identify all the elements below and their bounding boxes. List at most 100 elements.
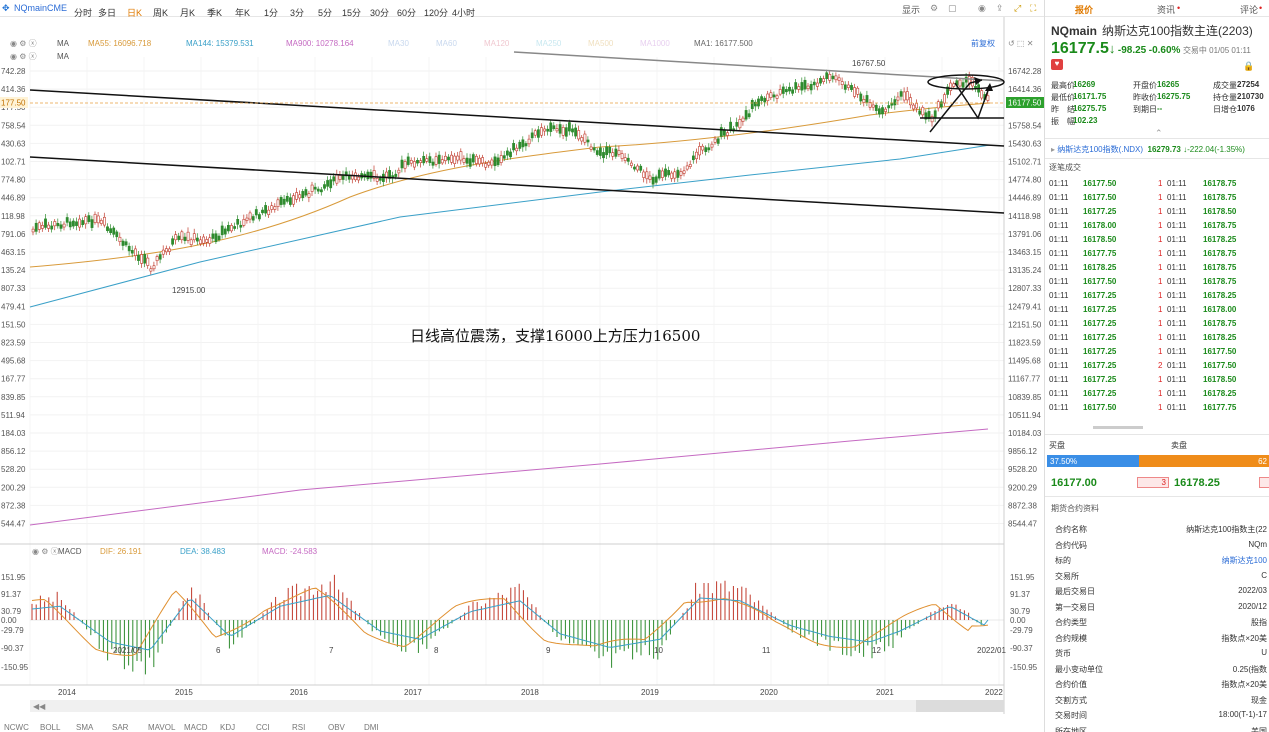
ma500-legend: MA500 bbox=[588, 39, 614, 48]
stat-v3: 210730 bbox=[1237, 92, 1264, 101]
display-menu[interactable]: 显示 bbox=[902, 3, 920, 16]
right-tick: 10184.03 bbox=[1008, 429, 1042, 438]
candle-body bbox=[109, 228, 113, 233]
indicator-tab[interactable]: MACD bbox=[184, 723, 208, 732]
candle-body bbox=[543, 128, 547, 132]
settings-icon[interactable]: ⚙ bbox=[930, 3, 938, 14]
candle-body bbox=[484, 163, 488, 168]
range-scrollbar[interactable] bbox=[30, 700, 1004, 712]
lock-icon[interactable]: 🔒 bbox=[1243, 61, 1254, 72]
tab-quote[interactable]: 报价 bbox=[1075, 3, 1093, 16]
candle-body bbox=[412, 161, 416, 168]
indicator-tab[interactable]: DMI bbox=[364, 723, 379, 732]
candle-body bbox=[654, 176, 658, 183]
candle-body bbox=[744, 110, 748, 120]
candle-body bbox=[530, 132, 534, 139]
price-change: -98.25 bbox=[1117, 45, 1147, 56]
tick-cell: 16178.50 bbox=[1203, 375, 1237, 384]
crosshair-icon[interactable]: ✥ bbox=[2, 3, 10, 14]
candle-body bbox=[633, 166, 636, 170]
ma-legend: ◉ ⚙ ⓧ MA MA55: 16096.718 MA144: 15379.53… bbox=[10, 38, 1033, 61]
candle-body bbox=[146, 257, 150, 266]
candle-body bbox=[245, 217, 249, 221]
contract-key: 合约价值 bbox=[1055, 680, 1087, 689]
indicator-tab[interactable]: KDJ bbox=[220, 723, 235, 732]
tab-comments[interactable]: 评论 bbox=[1240, 3, 1258, 16]
left-tick: 807.33 bbox=[1, 284, 26, 293]
adjust-button[interactable]: 前复权 bbox=[971, 38, 995, 48]
candle-body bbox=[227, 225, 230, 232]
candle-body bbox=[134, 248, 137, 256]
candle-body bbox=[908, 97, 912, 106]
expand-icon[interactable]: ⤢ bbox=[1014, 3, 1021, 14]
candle-body bbox=[695, 151, 698, 160]
indicator-tab[interactable]: SAR bbox=[112, 723, 129, 732]
index-name: 纳斯达克100指数(.NDX) bbox=[1057, 145, 1144, 154]
indicator-tab[interactable]: RSI bbox=[292, 723, 305, 732]
candle-body bbox=[515, 147, 519, 152]
fullscreen-icon[interactable]: ⛶ bbox=[1030, 3, 1036, 14]
right-tick: 14118.98 bbox=[1008, 212, 1041, 221]
macd-right-tick: -150.95 bbox=[1010, 663, 1038, 672]
tick-cell: 16178.75 bbox=[1203, 249, 1237, 258]
right-tick: 14446.89 bbox=[1008, 194, 1042, 203]
contract-value: 2022/03 bbox=[1238, 586, 1267, 595]
candle-body bbox=[577, 130, 581, 140]
candle-body bbox=[933, 110, 937, 119]
layout-icon[interactable]: ▢ bbox=[948, 3, 957, 14]
range-handle[interactable] bbox=[916, 700, 1004, 712]
camera-icon[interactable]: ◉ bbox=[978, 3, 986, 14]
contract-code: NQmain bbox=[1051, 24, 1098, 38]
left-tick: 823.59 bbox=[1, 339, 26, 348]
indicator-tab[interactable]: BOLL bbox=[40, 723, 61, 732]
macd-left-tick: 30.79 bbox=[1, 607, 22, 616]
index-price: 16279.73 bbox=[1147, 145, 1181, 154]
candle-body bbox=[614, 148, 618, 157]
ask-size-box bbox=[1259, 477, 1269, 488]
candle-body bbox=[81, 220, 85, 226]
ma30-legend: MA30 bbox=[388, 39, 409, 48]
index-row[interactable]: ▸ 纳斯达克100指数(.NDX) 16279.73 ↓-222.04(-1.3… bbox=[1051, 144, 1245, 155]
quote-panel: 报价 资讯 • 评论 • NQmain 纳斯达克100指数主连(2203) 16… bbox=[1044, 0, 1269, 732]
tick-cell: 01:11 bbox=[1167, 249, 1187, 258]
contract-key: 合约规模 bbox=[1055, 633, 1087, 643]
right-tick: 13135.24 bbox=[1008, 266, 1042, 275]
indicator-tab[interactable]: CCI bbox=[256, 723, 270, 732]
indicator-tab[interactable]: NCWC bbox=[4, 723, 29, 732]
candle-body bbox=[707, 147, 711, 151]
price-chart[interactable]: ◉ ⚙ ⓧ MA MA55: 16096.718 MA144: 15379.53… bbox=[0, 17, 1044, 732]
candle-body bbox=[338, 175, 342, 180]
favorite-heart-icon[interactable]: ♥ bbox=[1051, 59, 1063, 70]
candle-body bbox=[636, 165, 640, 171]
symbol-selector[interactable]: NQmainCME bbox=[14, 3, 67, 13]
contract-key: 最后交易日 bbox=[1055, 587, 1095, 596]
candle-body bbox=[788, 86, 791, 92]
candle-body bbox=[840, 81, 844, 85]
indicator-tab[interactable]: OBV bbox=[328, 723, 346, 732]
candle-body bbox=[602, 152, 605, 159]
contract-value: C bbox=[1261, 570, 1267, 580]
candle-body bbox=[127, 245, 131, 252]
tab-news[interactable]: 资讯 bbox=[1157, 3, 1175, 16]
candle-body bbox=[865, 95, 869, 103]
high-label: 16767.50 bbox=[852, 59, 886, 68]
candle-body bbox=[980, 90, 984, 99]
candle-body bbox=[313, 186, 317, 190]
right-tick: 12151.50 bbox=[1008, 320, 1042, 329]
scroll-left-icon[interactable]: ◀◀ bbox=[33, 702, 46, 711]
candle-body bbox=[239, 224, 243, 228]
candle-body bbox=[93, 213, 97, 223]
indicator-tab[interactable]: MAVOL bbox=[148, 723, 176, 732]
chart-tools-icons[interactable]: ↺ ⬚ ✕ bbox=[1008, 39, 1033, 48]
left-tick: 463.15 bbox=[1, 248, 26, 257]
ticks-scroll-thumb[interactable] bbox=[1093, 426, 1143, 429]
candle-body bbox=[62, 223, 66, 228]
index-expand-icon: ▸ bbox=[1051, 145, 1056, 154]
tick-cell: 01:11 bbox=[1049, 263, 1069, 272]
left-tick: 102.71 bbox=[1, 158, 26, 167]
share-icon[interactable]: ⇪ bbox=[996, 3, 1004, 14]
candle-body bbox=[316, 188, 320, 192]
indicator-tab[interactable]: SMA bbox=[76, 723, 94, 732]
candle-body bbox=[276, 199, 280, 207]
right-tick: 11495.68 bbox=[1008, 357, 1041, 366]
